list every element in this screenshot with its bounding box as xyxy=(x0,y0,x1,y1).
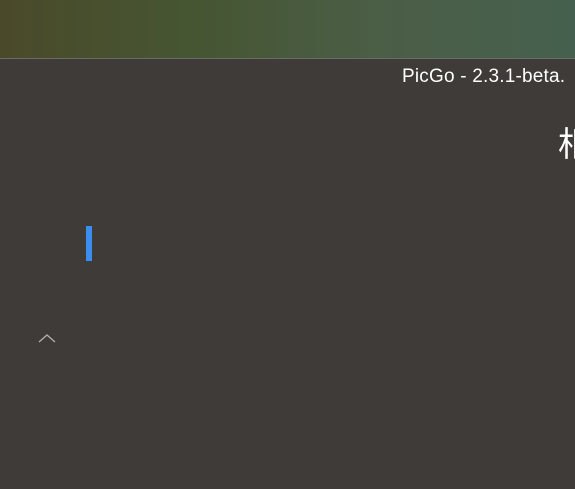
window-title: PicGo - 2.3.1-beta. xyxy=(402,66,566,87)
sidebar-collapse-button[interactable] xyxy=(36,331,58,347)
sidebar-active-indicator xyxy=(86,226,92,261)
desktop-background xyxy=(0,0,575,59)
page-title: 相 xyxy=(558,117,575,166)
picgo-app-window: PicGo - 2.3.1-beta. 相 xyxy=(0,59,575,489)
chevron-up-icon xyxy=(38,334,56,343)
